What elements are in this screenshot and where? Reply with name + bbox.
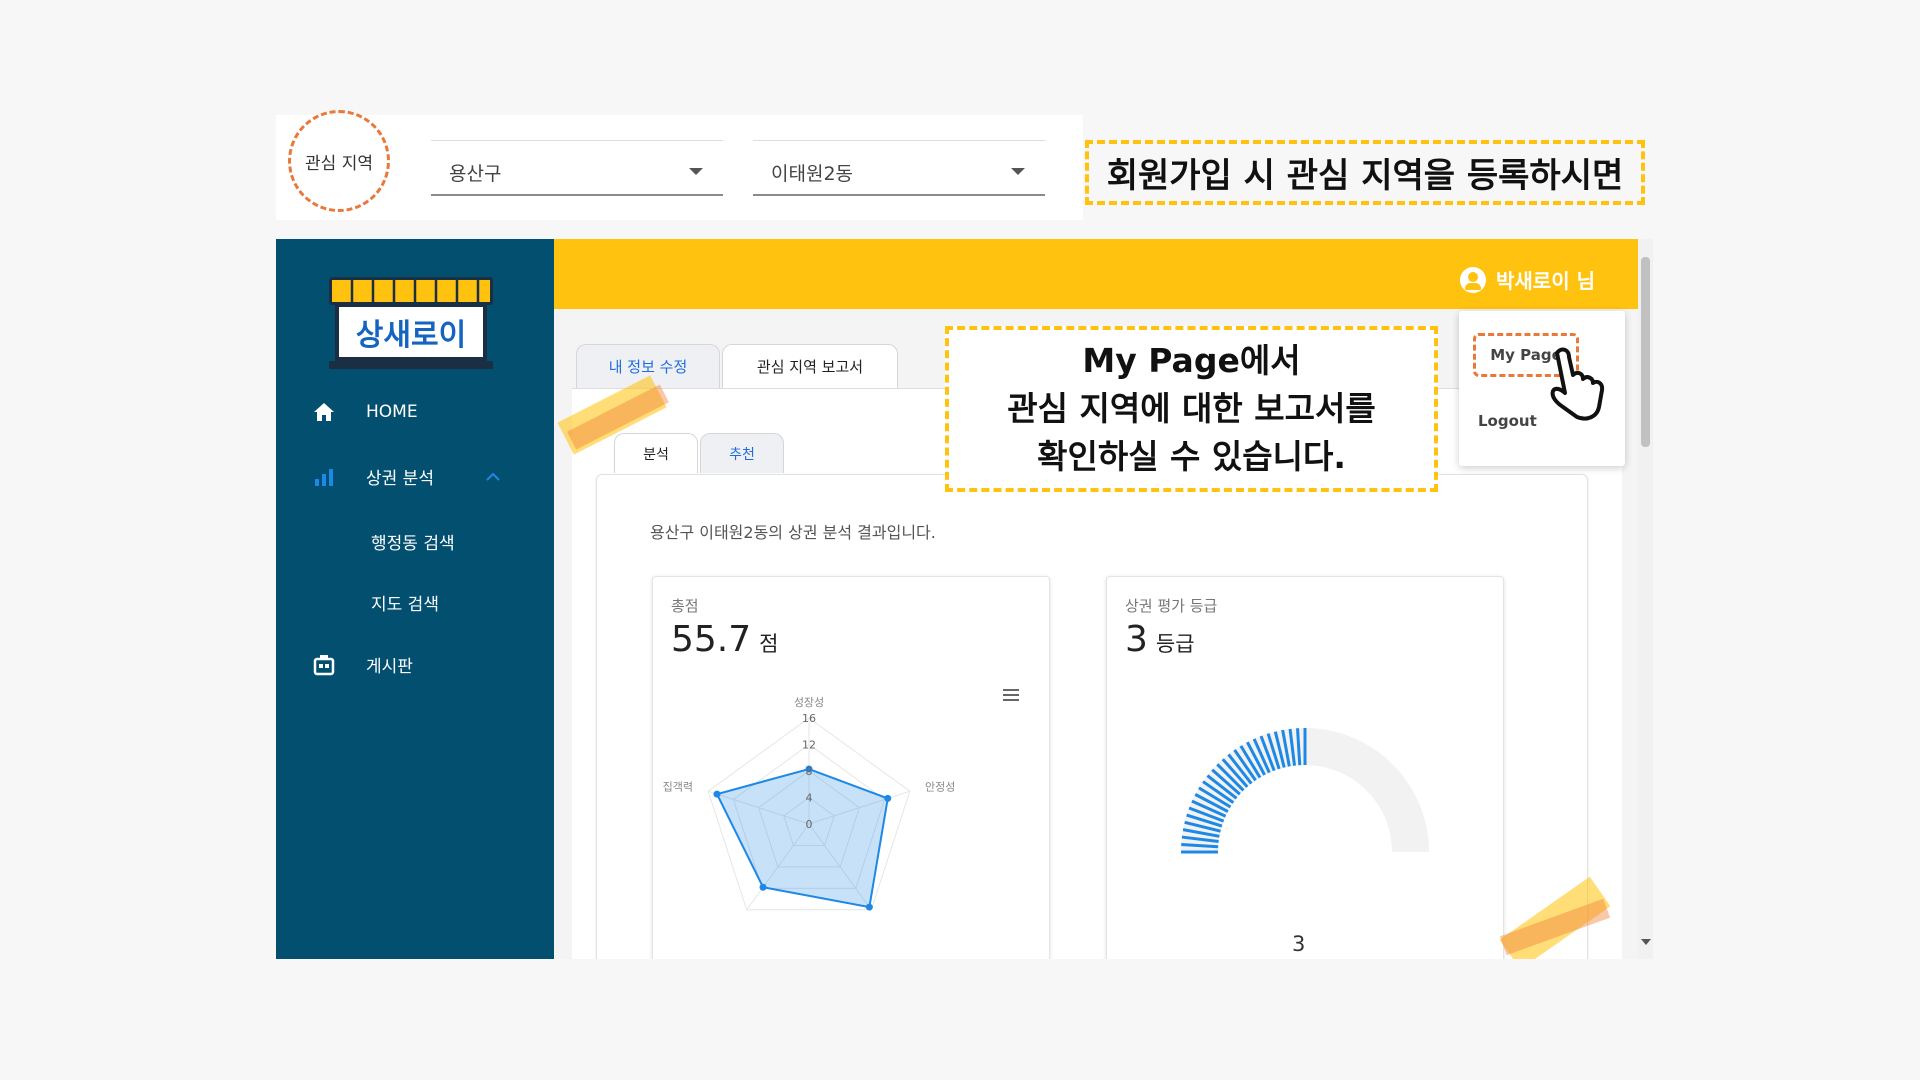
menu-item-logout[interactable]: Logout xyxy=(1478,412,1537,430)
radar-tick-label: 4 xyxy=(806,792,813,805)
radar-axis-label: 성장성 xyxy=(794,696,824,709)
sidebar-item-label: 행정동 검색 xyxy=(371,534,455,554)
sidebar-item-label: HOME xyxy=(366,402,418,422)
district-select[interactable]: 용산구 xyxy=(431,140,723,196)
board-icon xyxy=(312,653,336,677)
logo-sign: 상새로이 xyxy=(335,303,487,361)
radar-point xyxy=(865,903,873,911)
callout-line: 관심 지역에 대한 보고서를 xyxy=(1007,389,1376,428)
radar-tick-label: 0 xyxy=(806,818,813,831)
radar-axis-label: 안정성 xyxy=(925,780,955,793)
radar-tick-label: 8 xyxy=(806,765,813,778)
callout-line: 확인하실 수 있습니다. xyxy=(1037,437,1346,476)
sidebar-item-dong-search[interactable]: 행정동 검색 xyxy=(371,529,455,554)
chart-bars-icon xyxy=(312,465,336,489)
radar-tick-label: 12 xyxy=(802,739,816,752)
scrollbar[interactable] xyxy=(1638,239,1653,959)
gauge-fill xyxy=(1181,728,1307,854)
logo-awning xyxy=(329,277,493,305)
scrollbar-thumb[interactable] xyxy=(1641,257,1650,447)
dropdown-arrow-icon xyxy=(689,168,703,175)
sidebar-item-label: 게시판 xyxy=(366,657,413,677)
gauge-value: 3 xyxy=(1292,932,1306,956)
home-icon xyxy=(312,400,336,424)
sidebar-item-map-search[interactable]: 지도 검색 xyxy=(371,590,439,615)
signup-callout: 회원가입 시 관심 지역을 등록하시면 xyxy=(1085,140,1645,205)
dong-value: 이태원2동 xyxy=(771,163,854,185)
awning-stripes xyxy=(350,280,480,302)
sidebar-item-board[interactable]: 게시판 xyxy=(312,652,413,677)
region-label: 관심 지역 xyxy=(288,110,390,212)
scroll-down-icon[interactable] xyxy=(1641,939,1651,945)
sidebar: 상새로이 HOME 상권 분석 행정동 검색 지도 검색 게시판 xyxy=(276,239,554,959)
total-score-card: 총점 55.7 점 0 4 8 12 16 성장성 안정성 집객력 xyxy=(652,576,1050,959)
district-value: 용산구 xyxy=(449,163,502,185)
tab-region-report[interactable]: 관심 지역 보고서 xyxy=(722,344,898,388)
radar-axis-label: 집객력 xyxy=(663,780,693,793)
logo-base xyxy=(329,361,493,369)
radar-series xyxy=(715,767,889,909)
mypage-callout: My Page에서 관심 지역에 대한 보고서를 확인하실 수 있습니다. xyxy=(945,326,1438,492)
radar-point xyxy=(759,883,767,891)
radar-tick-label: 16 xyxy=(802,712,816,725)
user-name: 박새로이 님 xyxy=(1496,269,1595,293)
dong-select[interactable]: 이태원2동 xyxy=(753,140,1045,196)
account-icon xyxy=(1460,266,1486,293)
chevron-up-icon xyxy=(486,467,500,487)
sidebar-item-label: 상권 분석 xyxy=(366,469,434,489)
radar-chart: 0 4 8 12 16 성장성안정성 집객력 xyxy=(663,696,955,911)
radar-point xyxy=(884,794,892,802)
grade-card: 상권 평가 등급 3 등급 3 xyxy=(1106,576,1504,959)
pointer-hand-icon xyxy=(1550,347,1605,421)
grade-gauge xyxy=(1181,728,1429,854)
tab-analysis[interactable]: 분석 xyxy=(614,433,698,473)
tab-recommend[interactable]: 추천 xyxy=(700,433,784,473)
sidebar-item-label: 지도 검색 xyxy=(371,595,439,615)
sidebar-item-analysis[interactable]: 상권 분석 xyxy=(312,464,500,489)
callout-line: My Page에서 xyxy=(1082,341,1301,380)
dropdown-arrow-icon xyxy=(1011,168,1025,175)
sidebar-item-home[interactable]: HOME xyxy=(312,400,418,424)
radar-point xyxy=(713,790,721,798)
result-text: 용산구 이태원2동의 상권 분석 결과입니다. xyxy=(650,523,936,542)
logo[interactable]: 상새로이 xyxy=(329,277,493,369)
user-menu-button[interactable]: 박새로이 님 xyxy=(1460,265,1595,294)
